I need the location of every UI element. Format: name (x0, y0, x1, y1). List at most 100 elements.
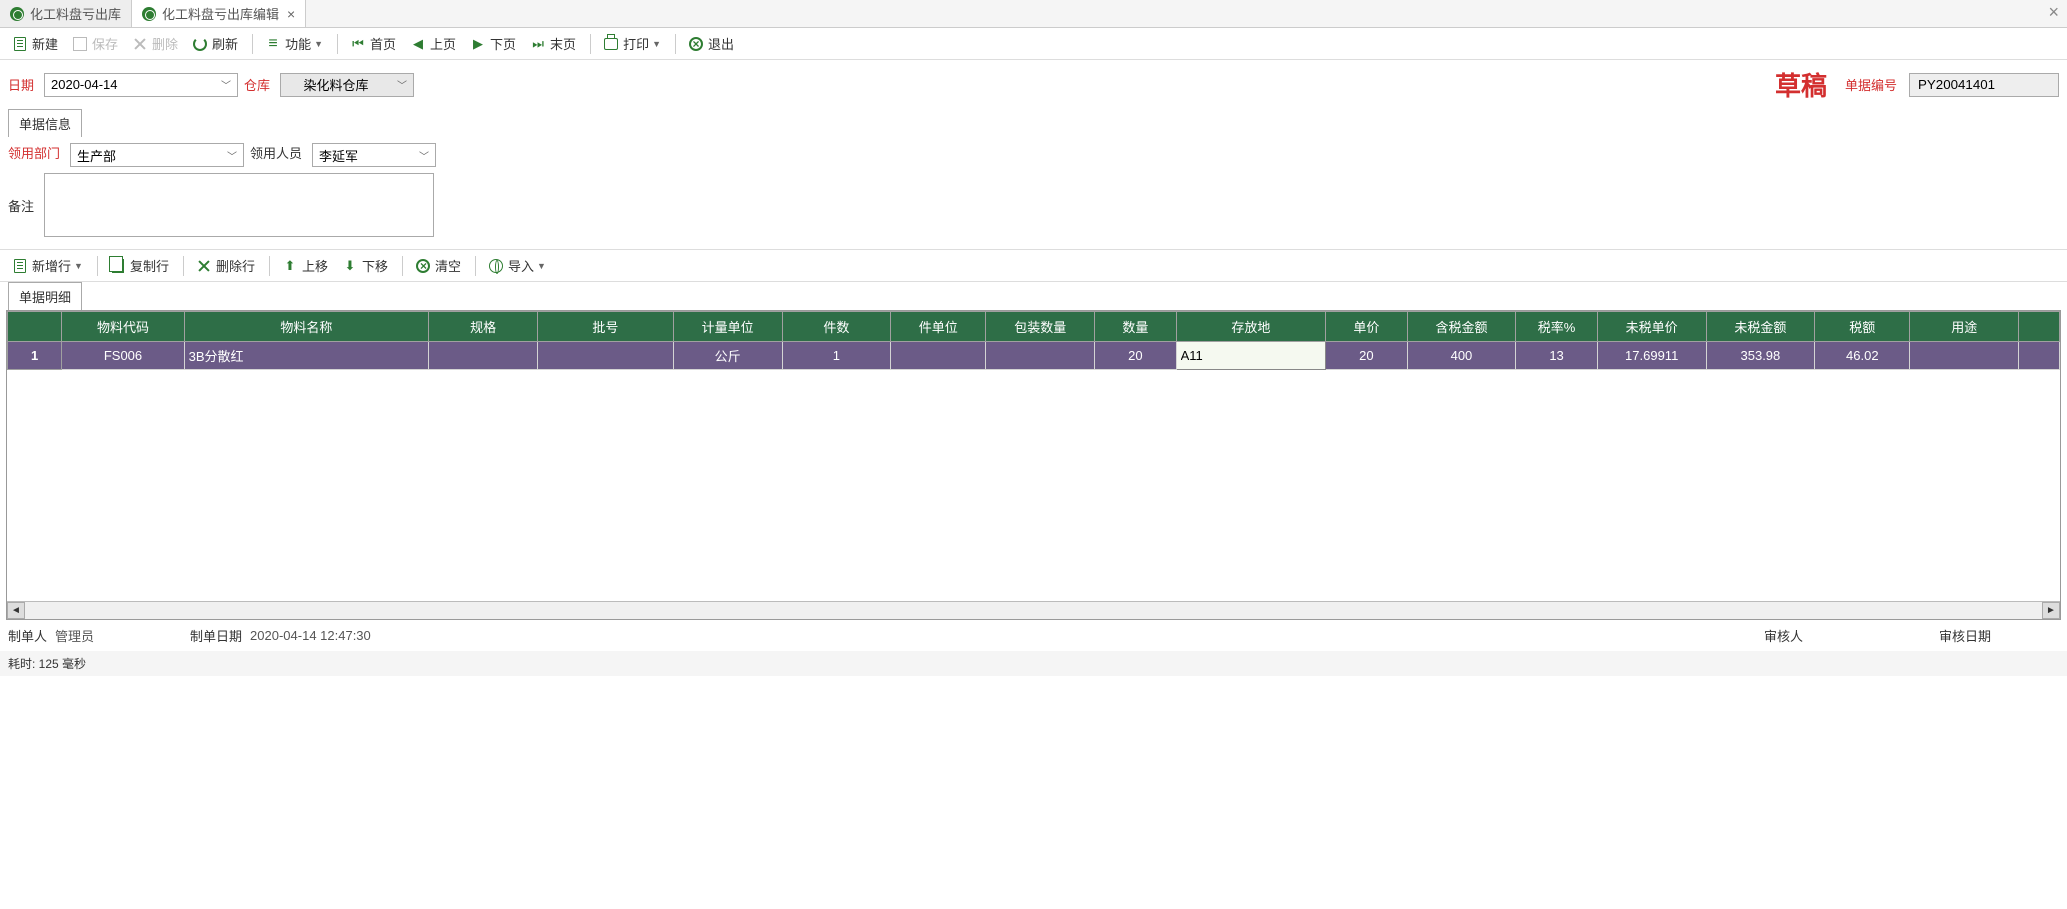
delete-button: 删除 (126, 32, 184, 55)
doc-no-field[interactable] (1909, 73, 2059, 97)
cell[interactable]: 20 (1095, 342, 1177, 370)
cell-editing[interactable] (1176, 342, 1325, 370)
chevron-down-icon[interactable]: ﹀ (215, 77, 237, 92)
col-header[interactable]: 批号 (537, 312, 673, 342)
person-field[interactable]: ﹀ (312, 143, 436, 167)
draft-watermark: 草稿 (1775, 66, 1827, 103)
exit-button[interactable]: 退出 (682, 32, 740, 55)
audit-date-label: 审核日期 (1939, 626, 1991, 645)
chevron-down-icon[interactable]: ﹀ (221, 148, 243, 163)
next-page-button[interactable]: 下页 (464, 32, 522, 55)
cell[interactable]: FS006 (62, 342, 184, 370)
col-header[interactable]: 未税金额 (1706, 312, 1815, 342)
cell[interactable] (1910, 342, 2019, 370)
new-button[interactable]: 新建 (6, 32, 64, 55)
grid-toolbar: 新增行▼ 复制行 删除行 上移 下移 清空 导入▼ (0, 249, 2067, 282)
col-header[interactable]: 规格 (429, 312, 538, 342)
move-down-button[interactable]: 下移 (336, 254, 394, 277)
cell[interactable]: 46.02 (1815, 342, 1910, 370)
row-number[interactable]: 1 (8, 342, 62, 370)
header-form: 日期 ﹀ 仓库 ﹀ 草稿 单据编号 (0, 60, 2067, 109)
footer: 制单人 管理员 制单日期 2020-04-14 12:47:30 审核人 审核日… (0, 620, 2067, 651)
col-spacer (2019, 312, 2060, 342)
cell[interactable] (891, 342, 986, 370)
col-header[interactable]: 计量单位 (673, 312, 782, 342)
remark-textarea[interactable] (44, 173, 434, 237)
col-header[interactable]: 件数 (782, 312, 891, 342)
cell-input[interactable] (1177, 342, 1325, 369)
col-header[interactable]: 包装数量 (986, 312, 1095, 342)
copy-row-button[interactable]: 复制行 (104, 254, 175, 277)
cell[interactable] (429, 342, 538, 370)
window-close-icon[interactable]: × (2048, 2, 2059, 23)
first-icon (350, 36, 366, 52)
col-rownum[interactable] (8, 312, 62, 342)
exit-icon (689, 37, 703, 51)
cell[interactable]: 400 (1407, 342, 1516, 370)
tab-inventory-loss[interactable]: 化工料盘亏出库 (0, 0, 132, 27)
doc-no-label: 单据编号 (1845, 75, 1897, 94)
cell[interactable]: 3B分散红 (184, 342, 429, 370)
section-tab-docinfo[interactable]: 单据信息 (8, 109, 82, 137)
first-page-button[interactable]: 首页 (344, 32, 402, 55)
date-input[interactable] (45, 74, 215, 96)
col-header[interactable]: 含税金额 (1407, 312, 1516, 342)
col-header[interactable]: 数量 (1095, 312, 1177, 342)
dept-field[interactable]: ﹀ (70, 143, 244, 167)
cell[interactable]: 17.69911 (1597, 342, 1706, 370)
import-button[interactable]: 导入▼ (482, 254, 552, 277)
horizontal-scrollbar[interactable]: ◄ ► (7, 601, 2060, 619)
scroll-left-icon[interactable]: ◄ (7, 602, 25, 619)
col-header[interactable]: 税额 (1815, 312, 1910, 342)
warehouse-field[interactable]: ﹀ (280, 73, 414, 97)
add-row-button[interactable]: 新增行▼ (6, 254, 89, 277)
warehouse-input[interactable] (281, 74, 391, 96)
cell[interactable]: 13 (1516, 342, 1598, 370)
cell[interactable]: 1 (782, 342, 891, 370)
cell[interactable]: 353.98 (1706, 342, 1815, 370)
chevron-down-icon[interactable]: ﹀ (391, 77, 413, 92)
move-up-button[interactable]: 上移 (276, 254, 334, 277)
creator-label: 制单人 (8, 626, 47, 645)
prev-page-button[interactable]: 上页 (404, 32, 462, 55)
close-icon[interactable]: × (287, 6, 295, 22)
col-header[interactable]: 用途 (1910, 312, 2019, 342)
cell[interactable]: 20 (1326, 342, 1408, 370)
list-icon (265, 36, 281, 52)
clear-button[interactable]: 清空 (409, 254, 467, 277)
delete-row-button[interactable]: 删除行 (190, 254, 261, 277)
cell[interactable] (537, 342, 673, 370)
person-input[interactable] (313, 144, 413, 166)
cell[interactable] (986, 342, 1095, 370)
chevron-down-icon: ▼ (537, 261, 546, 271)
copy-icon (112, 259, 124, 273)
col-header[interactable]: 单价 (1326, 312, 1408, 342)
globe-icon (142, 7, 156, 21)
print-icon (604, 38, 618, 50)
print-button[interactable]: 打印▼ (597, 32, 667, 55)
detail-grid[interactable]: 物料代码物料名称规格批号计量单位件数件单位包装数量数量存放地单价含税金额税率%未… (7, 311, 2060, 370)
scroll-right-icon[interactable]: ► (2042, 602, 2060, 619)
chevron-down-icon: ▼ (74, 261, 83, 271)
table-row[interactable]: 1FS0063B分散红公斤120204001317.69911353.9846.… (8, 342, 2060, 370)
chevron-down-icon[interactable]: ﹀ (413, 148, 435, 163)
col-header[interactable]: 税率% (1516, 312, 1598, 342)
date-field[interactable]: ﹀ (44, 73, 238, 97)
col-header[interactable]: 未税单价 (1597, 312, 1706, 342)
create-date-value: 2020-04-14 12:47:30 (250, 628, 371, 643)
col-header[interactable]: 物料名称 (184, 312, 429, 342)
cell[interactable]: 公斤 (673, 342, 782, 370)
tab-inventory-loss-edit[interactable]: 化工料盘亏出库编辑 × (132, 0, 306, 27)
section-tab-detail[interactable]: 单据明细 (8, 282, 82, 310)
col-header[interactable]: 存放地 (1176, 312, 1325, 342)
function-button[interactable]: 功能▼ (259, 32, 329, 55)
creator-value: 管理员 (55, 626, 94, 645)
col-header[interactable]: 件单位 (891, 312, 986, 342)
chevron-down-icon: ▼ (652, 39, 661, 49)
doc-info-form: 领用部门 ﹀ 领用人员 ﹀ 备注 (0, 137, 2067, 249)
col-header[interactable]: 物料代码 (62, 312, 184, 342)
dept-input[interactable] (71, 144, 221, 166)
date-label: 日期 (8, 75, 38, 94)
last-page-button[interactable]: 末页 (524, 32, 582, 55)
refresh-button[interactable]: 刷新 (186, 32, 244, 55)
